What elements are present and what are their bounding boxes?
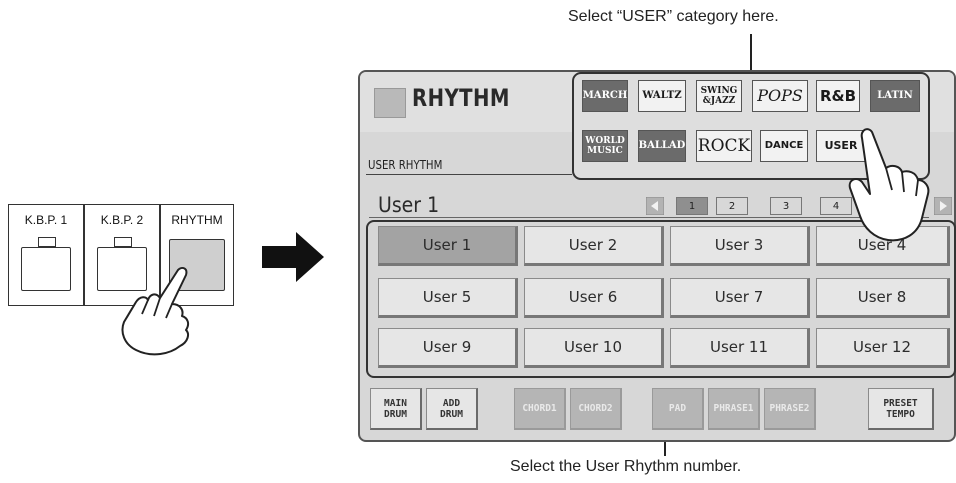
hand-pointer-icon (121, 266, 190, 356)
kbp2-label: K.B.P. 2 (100, 213, 144, 227)
right-arrow-icon (262, 232, 324, 282)
tab-chord2[interactable]: CHORD2 (570, 388, 622, 430)
user-rhythm-6[interactable]: User 6 (524, 278, 664, 318)
category-pops[interactable]: POPS (752, 80, 808, 112)
kbp1-led (38, 237, 56, 247)
user-rhythm-3[interactable]: User 3 (670, 226, 810, 266)
user-rhythm-9[interactable]: User 9 (378, 328, 518, 368)
title-indicator (374, 88, 406, 118)
category-waltz[interactable]: WALTZ (638, 80, 686, 112)
kbp1-label: K.B.P. 1 (24, 213, 68, 227)
user-rhythm-7[interactable]: User 7 (670, 278, 810, 318)
tab-chord1[interactable]: CHORD1 (514, 388, 566, 430)
tab-preset-tempo[interactable]: PRESET TEMPO (868, 388, 934, 430)
rhythm-label: RHYTHM (171, 213, 223, 227)
screen-hand-pointer-icon (848, 128, 930, 242)
category-rock[interactable]: ROCK (696, 130, 752, 162)
kbp2-led (114, 237, 132, 247)
category-march[interactable]: MARCH (582, 80, 628, 112)
current-rhythm-name: User 1 (378, 193, 440, 217)
user-rhythm-1[interactable]: User 1 (378, 226, 518, 266)
page-1-button[interactable]: 1 (676, 197, 708, 215)
user-rhythm-11[interactable]: User 11 (670, 328, 810, 368)
user-rhythm-12[interactable]: User 12 (816, 328, 950, 368)
category-dance[interactable]: DANCE (760, 130, 808, 162)
category-ballad[interactable]: BALLAD (638, 130, 686, 162)
user-rhythm-2[interactable]: User 2 (524, 226, 664, 266)
tab-phrase2[interactable]: PHRASE2 (764, 388, 816, 430)
category-world-music[interactable]: WORLD MUSIC (582, 130, 628, 162)
tab-add-drum[interactable]: ADD DRUM (426, 388, 478, 430)
tab-phrase1[interactable]: PHRASE1 (708, 388, 760, 430)
kbp1-key[interactable] (21, 247, 71, 291)
subtitle-underline (366, 174, 572, 175)
rhythm-number-callout: Select the User Rhythm number. (510, 458, 742, 475)
page-3-button[interactable]: 3 (770, 197, 802, 215)
category-latin[interactable]: LATIN (870, 80, 920, 112)
category-subtitle: USER RHYTHM (368, 158, 443, 172)
category-callout: Select “USER” category here. (568, 8, 779, 25)
category-rnb[interactable]: R&B (816, 80, 860, 112)
page-title: RHYTHM (412, 84, 510, 112)
page-left-arrow-icon[interactable] (646, 197, 664, 215)
kbp1-button[interactable]: K.B.P. 1 (8, 204, 84, 306)
tab-main-drum[interactable]: MAIN DRUM (370, 388, 422, 430)
user-rhythm-5[interactable]: User 5 (378, 278, 518, 318)
user-rhythm-10[interactable]: User 10 (524, 328, 664, 368)
page-2-button[interactable]: 2 (716, 197, 748, 215)
category-swing-jazz[interactable]: SWING &JAZZ (696, 80, 742, 112)
tab-pad[interactable]: PAD (652, 388, 704, 430)
user-rhythm-8[interactable]: User 8 (816, 278, 950, 318)
category-callout-line (750, 34, 752, 74)
